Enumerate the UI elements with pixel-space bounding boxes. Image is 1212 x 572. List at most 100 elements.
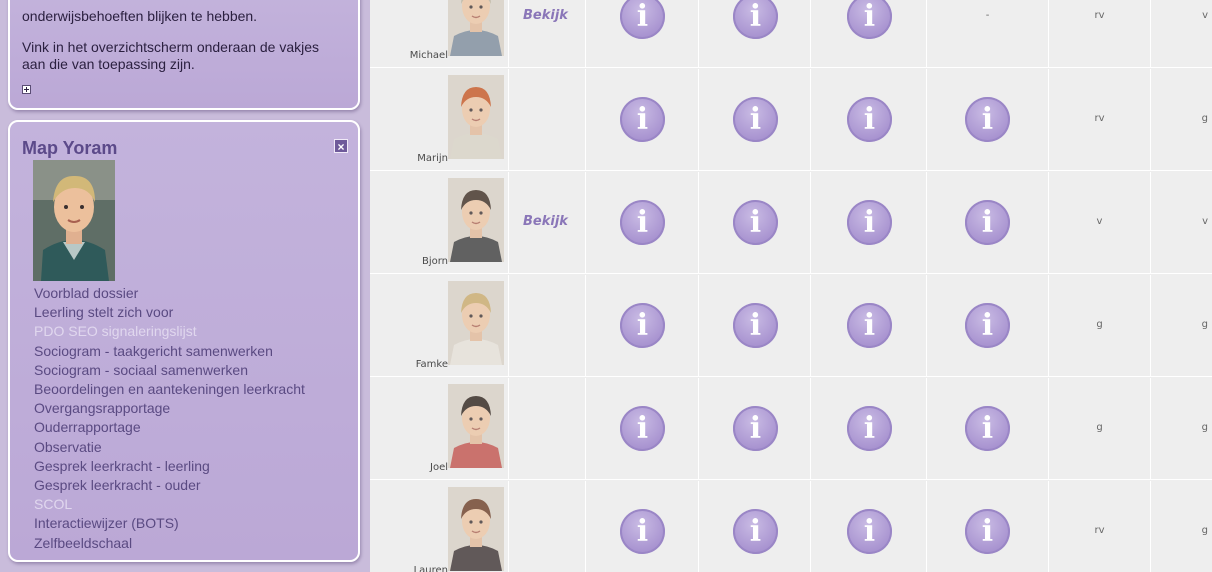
map-link[interactable]: Leerling stelt zich voor bbox=[34, 303, 305, 322]
table-row: Bjorn Bekijk i i i i v v bbox=[370, 172, 1212, 274]
info-cell: i bbox=[810, 172, 926, 274]
view-link[interactable]: Bekijk bbox=[523, 8, 568, 23]
view-cell bbox=[508, 481, 585, 572]
grade-value: g bbox=[1096, 319, 1103, 330]
map-link[interactable]: Voorblad dossier bbox=[34, 284, 305, 303]
map-link[interactable]: PDO SEO signaleringslijst bbox=[34, 322, 305, 341]
info-icon[interactable]: i bbox=[733, 200, 778, 245]
info-icon[interactable]: i bbox=[847, 97, 892, 142]
instruction-panel: onderwijsbehoeften blijken te hebben. Vi… bbox=[8, 0, 360, 110]
grade-cell: v bbox=[1150, 172, 1212, 274]
info-icon[interactable]: i bbox=[965, 97, 1010, 142]
map-link[interactable]: Gesprek leerkracht - ouder bbox=[34, 476, 305, 495]
info-cell: i bbox=[926, 275, 1048, 377]
student-photo[interactable] bbox=[448, 0, 504, 56]
grade-value: rv bbox=[1094, 113, 1105, 124]
grade-value: rv bbox=[1094, 525, 1105, 536]
grade-value: v bbox=[1202, 216, 1208, 227]
student-name: Michael bbox=[409, 50, 448, 61]
info-icon[interactable]: i bbox=[620, 406, 665, 451]
info-icon[interactable]: i bbox=[733, 303, 778, 348]
map-link[interactable]: Beoordelingen en aantekeningen leerkrach… bbox=[34, 380, 305, 399]
info-icon[interactable]: i bbox=[733, 406, 778, 451]
student-photo[interactable] bbox=[448, 487, 504, 571]
info-icon[interactable]: i bbox=[620, 97, 665, 142]
student-photo[interactable] bbox=[448, 384, 504, 468]
info-cell: i bbox=[585, 481, 698, 572]
table-row: Joel i i i i g g bbox=[370, 378, 1212, 480]
grade-cell: v bbox=[1150, 0, 1212, 68]
student-cell: Joel bbox=[370, 378, 508, 480]
student-cell: Bjorn bbox=[370, 172, 508, 274]
info-icon[interactable]: i bbox=[733, 509, 778, 554]
info-icon[interactable]: i bbox=[965, 303, 1010, 348]
info-icon[interactable]: i bbox=[620, 200, 665, 245]
table-row: Michael Bekijk i i i - rv v bbox=[370, 0, 1212, 68]
close-icon[interactable]: × bbox=[334, 139, 348, 154]
table-row: Famke i i i i g g bbox=[370, 275, 1212, 377]
grade-value: g bbox=[1201, 113, 1208, 124]
info-cell: i bbox=[585, 0, 698, 68]
empty-value: - bbox=[985, 10, 990, 21]
info-cell: i bbox=[926, 172, 1048, 274]
info-cell: i bbox=[698, 69, 810, 171]
sidebar: onderwijsbehoeften blijken te hebben. Vi… bbox=[0, 0, 370, 572]
info-cell: i bbox=[810, 378, 926, 480]
info-cell: i bbox=[585, 275, 698, 377]
map-link[interactable]: Sociogram - taakgericht samenwerken bbox=[34, 342, 305, 361]
info-cell: i bbox=[585, 378, 698, 480]
info-cell: i bbox=[698, 378, 810, 480]
info-cell: i bbox=[926, 481, 1048, 572]
map-link[interactable]: Ouderrapportage bbox=[34, 418, 305, 437]
info-icon[interactable]: i bbox=[620, 0, 665, 39]
info-cell: i bbox=[810, 275, 926, 377]
info-icon[interactable]: i bbox=[847, 0, 892, 39]
info-icon[interactable]: i bbox=[620, 509, 665, 554]
table-row: Lauren i i i i rv g bbox=[370, 481, 1212, 572]
info-icon[interactable]: i bbox=[965, 200, 1010, 245]
info-icon[interactable]: i bbox=[847, 406, 892, 451]
student-name: Lauren bbox=[413, 565, 448, 572]
student-photo[interactable] bbox=[448, 178, 504, 262]
info-cell: i bbox=[810, 481, 926, 572]
grade-cell: v bbox=[1048, 172, 1150, 274]
view-cell: Bekijk bbox=[508, 0, 585, 68]
map-link[interactable]: Interactiewijzer (BOTS) bbox=[34, 514, 305, 533]
grade-value: g bbox=[1201, 319, 1208, 330]
grade-value: g bbox=[1201, 525, 1208, 536]
info-icon[interactable]: i bbox=[733, 0, 778, 39]
expand-icon[interactable] bbox=[22, 85, 31, 94]
student-name: Famke bbox=[415, 359, 448, 370]
grade-cell: g bbox=[1048, 378, 1150, 480]
view-link[interactable]: Bekijk bbox=[523, 214, 568, 229]
info-icon[interactable]: i bbox=[847, 200, 892, 245]
instruction-text-2: Vink in het overzichtscherm onderaan de … bbox=[22, 39, 320, 72]
map-link[interactable]: Overgangsrapportage bbox=[34, 399, 305, 418]
grade-cell: rv bbox=[1048, 0, 1150, 68]
map-link-list: Voorblad dossier Leerling stelt zich voor… bbox=[34, 284, 305, 553]
info-icon[interactable]: i bbox=[620, 303, 665, 348]
info-cell: i bbox=[926, 378, 1048, 480]
grade-cell: rv bbox=[1048, 481, 1150, 572]
grade-cell: g bbox=[1150, 481, 1212, 572]
info-icon[interactable]: i bbox=[847, 509, 892, 554]
info-icon[interactable]: i bbox=[965, 406, 1010, 451]
info-icon[interactable]: i bbox=[733, 97, 778, 142]
student-photo bbox=[33, 160, 115, 281]
student-photo[interactable] bbox=[448, 281, 504, 365]
student-cell: Marijn bbox=[370, 69, 508, 171]
info-icon[interactable]: i bbox=[847, 303, 892, 348]
map-link[interactable]: SCOL bbox=[34, 495, 305, 514]
student-photo[interactable] bbox=[448, 75, 504, 159]
map-link[interactable]: Gesprek leerkracht - leerling bbox=[34, 457, 305, 476]
map-link[interactable]: Sociogram - sociaal samenwerken bbox=[34, 361, 305, 380]
info-icon[interactable]: i bbox=[965, 509, 1010, 554]
grade-cell: g bbox=[1150, 275, 1212, 377]
student-name: Marijn bbox=[417, 153, 448, 164]
info-cell: i bbox=[585, 172, 698, 274]
info-cell: i bbox=[698, 481, 810, 572]
grade-cell: rv bbox=[1048, 69, 1150, 171]
view-cell bbox=[508, 69, 585, 171]
map-link[interactable]: Observatie bbox=[34, 438, 305, 457]
map-link[interactable]: Zelfbeeldschaal bbox=[34, 534, 305, 553]
